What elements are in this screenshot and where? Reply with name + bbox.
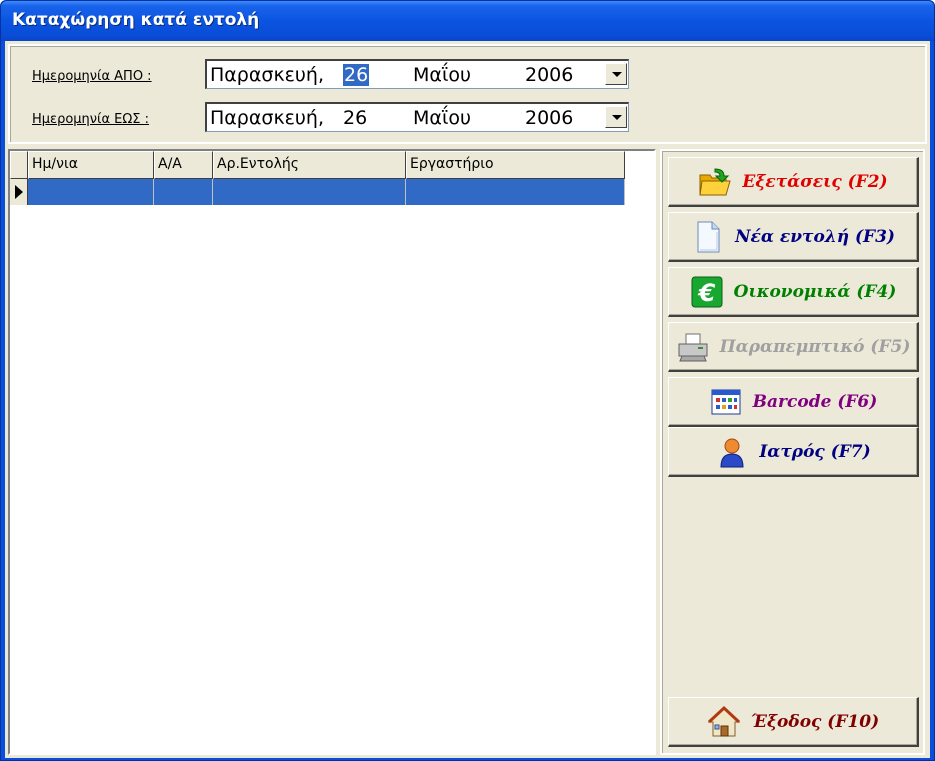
exams-button-label: Εξετάσεις (F2) xyxy=(742,171,888,192)
cell-lab[interactable] xyxy=(406,179,625,205)
table-row[interactable] xyxy=(10,179,625,205)
finance-button-label: Οικονομικά (F4) xyxy=(733,281,897,302)
date-range-panel: Ημερομηνία ΑΠΟ : Παρασκευή, 26 Μαΐου 200… xyxy=(8,44,927,144)
date-from-year[interactable]: 2006 xyxy=(525,64,573,86)
title-bar[interactable]: Καταχώρηση κατά εντολή xyxy=(1,1,934,41)
doctor-button[interactable]: Ιατρός (F7) xyxy=(668,427,919,477)
current-row-indicator-icon xyxy=(10,179,28,205)
printer-icon xyxy=(676,330,710,364)
cell-date[interactable] xyxy=(28,179,154,205)
col-header-lab[interactable]: Εργαστήριο xyxy=(406,151,625,179)
grid-corner xyxy=(10,151,28,179)
date-from-dropdown-button[interactable] xyxy=(605,63,627,85)
date-from-day[interactable]: 26 xyxy=(343,64,370,86)
actions-panel: Εξετάσεις (F2) Νέα εντολή (F3) € Οικονομ… xyxy=(660,149,925,755)
date-from-picker[interactable]: Παρασκευή, 26 Μαΐου 2006 xyxy=(205,59,629,89)
date-from-label: Ημερομηνία ΑΠΟ : xyxy=(32,69,152,84)
new-order-button[interactable]: Νέα εντολή (F3) xyxy=(668,212,919,262)
barcode-button[interactable]: Barcode (F6) xyxy=(668,377,919,427)
col-header-order-no[interactable]: Αρ.Εντολής xyxy=(213,151,406,179)
date-to-picker[interactable]: Παρασκευή, 26 Μαΐου 2006 xyxy=(205,102,629,132)
referral-button-label: Παραπεμπτικό (F5) xyxy=(719,336,911,357)
date-from-weekday[interactable]: Παρασκευή, xyxy=(210,64,324,86)
exams-button[interactable]: Εξετάσεις (F2) xyxy=(668,157,919,207)
doctor-button-label: Ιατρός (F7) xyxy=(759,441,871,462)
barcode-grid-icon xyxy=(709,385,743,419)
exit-button-label: Έξοδος (F10) xyxy=(750,711,880,732)
new-order-button-label: Νέα εντολή (F3) xyxy=(735,226,895,247)
home-icon xyxy=(707,705,741,739)
col-header-aa[interactable]: Α/Α xyxy=(154,151,213,179)
euro-icon: € xyxy=(690,275,724,309)
date-to-weekday[interactable]: Παρασκευή, xyxy=(210,107,324,129)
date-to-year[interactable]: 2006 xyxy=(525,107,573,129)
window-client-area: Ημερομηνία ΑΠΟ : Παρασκευή, 26 Μαΐου 200… xyxy=(5,41,930,758)
date-to-label: Ημερομηνία ΕΩΣ : xyxy=(32,112,150,127)
finance-button[interactable]: € Οικονομικά (F4) xyxy=(668,267,919,317)
cell-aa[interactable] xyxy=(154,179,213,205)
date-to-dropdown-button[interactable] xyxy=(605,106,627,128)
svg-text:€: € xyxy=(697,279,715,307)
window-title: Καταχώρηση κατά εντολή xyxy=(12,10,260,30)
referral-button: Παραπεμπτικό (F5) xyxy=(668,322,919,372)
date-from-month[interactable]: Μαΐου xyxy=(413,64,471,86)
col-header-date[interactable]: Ημ/νια xyxy=(28,151,154,179)
date-to-day[interactable]: 26 xyxy=(343,107,367,129)
new-document-icon xyxy=(691,220,725,254)
cell-order-no[interactable] xyxy=(213,179,406,205)
grid-header: Ημ/νια Α/Α Αρ.Εντολής Εργαστήριο xyxy=(10,151,625,179)
date-to-month[interactable]: Μαΐου xyxy=(413,107,471,129)
orders-grid[interactable]: Ημ/νια Α/Α Αρ.Εντολής Εργαστήριο xyxy=(8,149,656,755)
doctor-icon xyxy=(715,435,749,469)
barcode-button-label: Barcode (F6) xyxy=(752,391,878,412)
main-window: Καταχώρηση κατά εντολή Ημερομηνία ΑΠΟ : … xyxy=(0,0,935,761)
exit-button[interactable]: Έξοδος (F10) xyxy=(668,697,919,747)
folder-arrow-icon xyxy=(698,165,732,199)
